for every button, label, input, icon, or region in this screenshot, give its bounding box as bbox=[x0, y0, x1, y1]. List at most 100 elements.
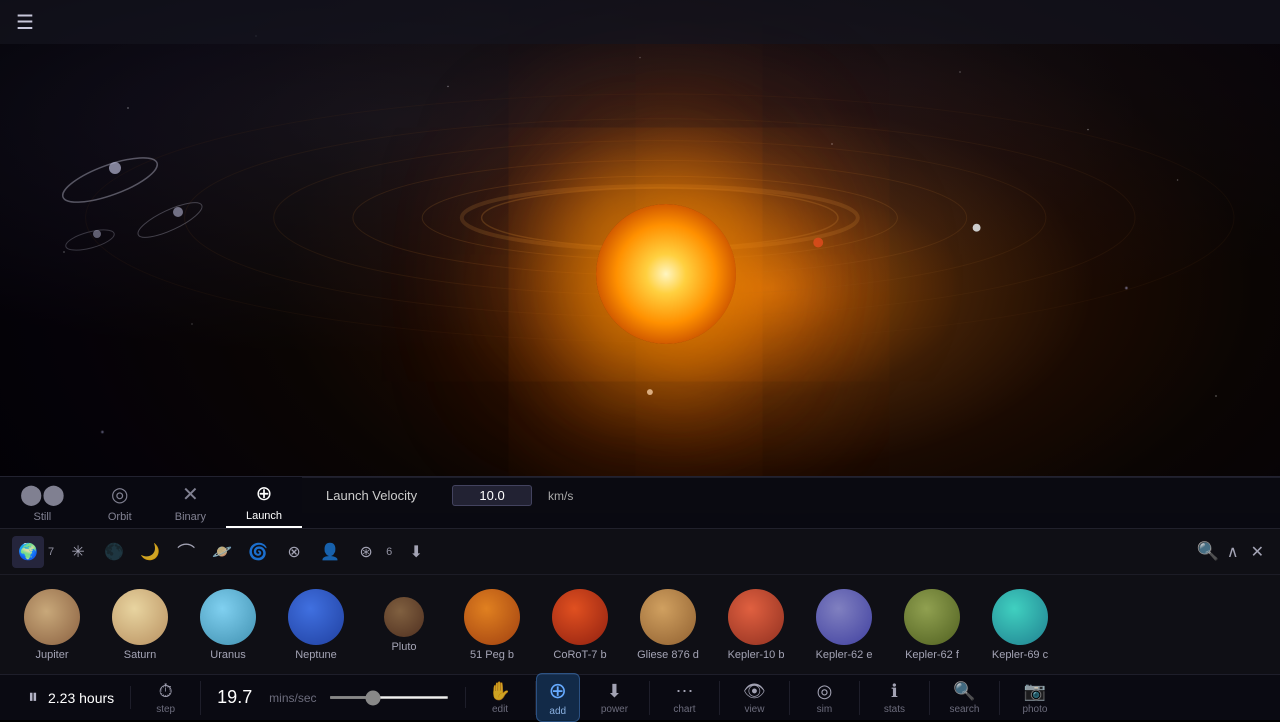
step-icon: ⏱ bbox=[159, 681, 173, 702]
filter-person-icon[interactable]: 👤 bbox=[314, 536, 346, 568]
launch-velocity-label: Launch Velocity bbox=[326, 488, 436, 503]
speed-section: 19.7 mins/sec bbox=[201, 687, 465, 708]
speed-value: 19.7 bbox=[217, 687, 257, 708]
power-label: power bbox=[601, 704, 628, 715]
planet-bubble-51pegb bbox=[464, 589, 520, 645]
planet-item-pluto[interactable]: Pluto bbox=[364, 593, 444, 657]
planet-bubble-neptune bbox=[288, 589, 344, 645]
bottom-area: ⬤⬤ Still ◎ Orbit ✕ Binary ⊕ Launch Launc… bbox=[0, 476, 1280, 720]
orbit-icon: ◎ bbox=[111, 482, 128, 507]
planet-bubble-pluto bbox=[384, 597, 424, 637]
filter-drop-icon[interactable]: ⬇ bbox=[400, 536, 432, 568]
planet-name-pluto: Pluto bbox=[391, 641, 416, 653]
pause-button[interactable]: ⏸ bbox=[28, 686, 38, 709]
time-display: 2.23 hours bbox=[48, 690, 114, 706]
photo-label: photo bbox=[1022, 704, 1047, 715]
planet-bubble-kepler10b bbox=[728, 589, 784, 645]
filter-all-icon[interactable]: 🌍 bbox=[12, 536, 44, 568]
chart-label: chart bbox=[673, 704, 695, 715]
add-label: add bbox=[549, 706, 566, 717]
planet-name-saturn: Saturn bbox=[124, 649, 156, 661]
edit-label: edit bbox=[492, 704, 508, 715]
planet-bubble-saturn bbox=[112, 589, 168, 645]
planet-item-51pegb[interactable]: 51 Peg b bbox=[452, 585, 532, 665]
chart-icon: ⋯ bbox=[675, 681, 693, 702]
photo-section[interactable]: 📷 photo bbox=[1000, 681, 1070, 715]
planet-name-kepler10b: Kepler-10 b bbox=[728, 649, 785, 661]
chart-section[interactable]: ⋯ chart bbox=[650, 681, 720, 715]
filter-collapse-icon[interactable]: ∧ bbox=[1223, 538, 1243, 566]
filter-count-7: 7 bbox=[48, 546, 54, 558]
time-value: 2.23 hours bbox=[48, 690, 114, 706]
search-section[interactable]: 🔍 search bbox=[930, 681, 1000, 715]
launch-label: Launch bbox=[246, 510, 282, 522]
speed-unit: mins/sec bbox=[269, 691, 316, 705]
view-icon: 👁 bbox=[743, 681, 766, 702]
sun bbox=[596, 204, 736, 344]
mode-tab-launch[interactable]: ⊕ Launch bbox=[226, 477, 302, 528]
planet-item-kepler10b[interactable]: Kepler-10 b bbox=[716, 585, 796, 665]
stats-label: stats bbox=[884, 704, 905, 715]
sim-label: sim bbox=[817, 704, 833, 715]
orbit-label: Orbit bbox=[108, 511, 132, 523]
filter-gas-icon[interactable]: 🪐 bbox=[206, 536, 238, 568]
edit-section[interactable]: ✋ edit bbox=[466, 681, 536, 715]
planet-item-corot7b[interactable]: CoRoT-7 b bbox=[540, 585, 620, 665]
mode-tab-orbit[interactable]: ◎ Orbit bbox=[85, 477, 155, 528]
planet-name-gliese876d: Gliese 876 d bbox=[637, 649, 699, 661]
filter-spiral-icon[interactable]: 🌀 bbox=[242, 536, 274, 568]
planet-item-kepler69c[interactable]: Kepler-69 c bbox=[980, 585, 1060, 665]
filter-comet-icon[interactable]: ⌒ bbox=[170, 536, 202, 568]
add-section[interactable]: ⊕ add bbox=[536, 673, 580, 722]
pause-section: ⏸ 2.23 hours bbox=[12, 686, 131, 709]
filter-atom-icon[interactable]: ⊛ bbox=[350, 536, 382, 568]
velocity-input[interactable] bbox=[452, 485, 532, 506]
planet-item-neptune[interactable]: Neptune bbox=[276, 585, 356, 665]
step-section[interactable]: ⏱ step bbox=[131, 681, 201, 715]
planet-item-uranus[interactable]: Uranus bbox=[188, 585, 268, 665]
filter-rocky-icon[interactable]: 🌑 bbox=[98, 536, 130, 568]
view-section[interactable]: 👁 view bbox=[720, 681, 790, 715]
planet-name-jupiter: Jupiter bbox=[35, 649, 68, 661]
filter-row: 🌍 7 ✳ 🌑 🌙 ⌒ 🪐 🌀 ⊗ 👤 ⊛ 6 ⬇ 🔍 ∧ ✕ bbox=[0, 528, 1280, 574]
filter-star-icon[interactable]: ✳ bbox=[62, 536, 94, 568]
still-label: Still bbox=[34, 511, 52, 523]
planet-bubble-jupiter bbox=[24, 589, 80, 645]
filter-ring-icon[interactable]: ⊗ bbox=[278, 536, 310, 568]
planet-item-kepler62f[interactable]: Kepler-62 f bbox=[892, 585, 972, 665]
planet-item-saturn[interactable]: Saturn bbox=[100, 585, 180, 665]
filter-moon-icon[interactable]: 🌙 bbox=[134, 536, 166, 568]
mode-tabs: ⬤⬤ Still ◎ Orbit ✕ Binary ⊕ Launch Launc… bbox=[0, 476, 1280, 528]
mode-tab-binary[interactable]: ✕ Binary bbox=[155, 477, 226, 528]
planet-name-kepler62f: Kepler-62 f bbox=[905, 649, 959, 661]
filter-close-icon[interactable]: ✕ bbox=[1247, 538, 1268, 566]
planet-bubble-uranus bbox=[200, 589, 256, 645]
search-icon: 🔍 bbox=[953, 681, 975, 702]
mode-tab-still[interactable]: ⬤⬤ Still bbox=[0, 477, 85, 528]
stats-icon: ℹ bbox=[891, 681, 898, 702]
add-icon: ⊕ bbox=[549, 678, 567, 704]
planet-item-gliese876d[interactable]: Gliese 876 d bbox=[628, 585, 708, 665]
planet-bubble-gliese876d bbox=[640, 589, 696, 645]
planet-name-neptune: Neptune bbox=[295, 649, 337, 661]
status-bar: ⏸ 2.23 hours ⏱ step 19.7 mins/sec ✋ edit… bbox=[0, 674, 1280, 720]
planet-carousel[interactable]: Jupiter Saturn Uranus Neptune Pluto 51 P… bbox=[0, 574, 1280, 674]
still-icon: ⬤⬤ bbox=[20, 482, 65, 507]
planet-bubble-kepler69c bbox=[992, 589, 1048, 645]
planet-name-kepler62e: Kepler-62 e bbox=[816, 649, 873, 661]
planet-name-51pegb: 51 Peg b bbox=[470, 649, 514, 661]
sim-icon: ◎ bbox=[817, 681, 833, 702]
step-label: step bbox=[156, 704, 175, 715]
filter-search-icon[interactable]: 🔍 bbox=[1196, 541, 1218, 562]
stats-section[interactable]: ℹ stats bbox=[860, 681, 930, 715]
planet-bubble-kepler62e bbox=[816, 589, 872, 645]
hamburger-menu-icon[interactable]: ☰ bbox=[16, 10, 34, 35]
planet-item-jupiter[interactable]: Jupiter bbox=[12, 585, 92, 665]
planet-item-kepler62e[interactable]: Kepler-62 e bbox=[804, 585, 884, 665]
power-section[interactable]: ⬇ power bbox=[580, 681, 650, 715]
planet-name-corot7b: CoRoT-7 b bbox=[553, 649, 606, 661]
binary-icon: ✕ bbox=[182, 482, 199, 507]
speed-slider[interactable] bbox=[329, 696, 449, 699]
filter-count-6: 6 bbox=[386, 546, 392, 558]
sim-section[interactable]: ◎ sim bbox=[790, 681, 860, 715]
